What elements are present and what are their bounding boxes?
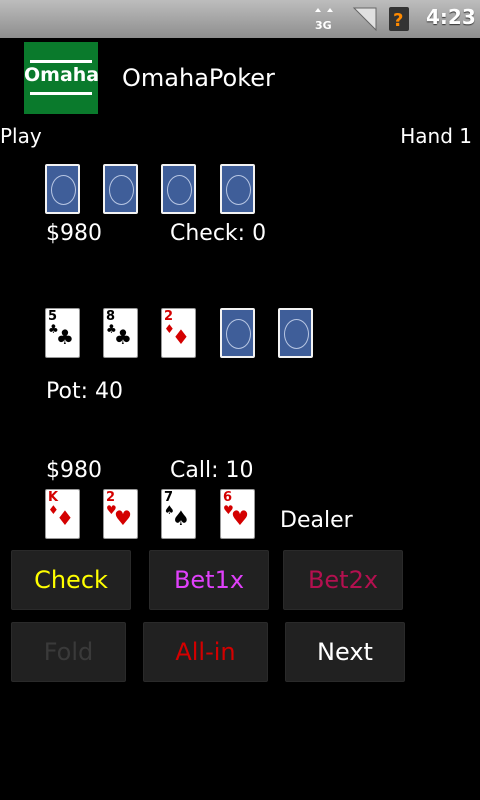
- logo-bar-bottom: [30, 92, 92, 95]
- bet1x-button-label: Bet1x: [173, 566, 245, 594]
- board-card: 8 ♣ ♣: [103, 308, 138, 358]
- hand-label: Hand 1: [400, 124, 472, 148]
- mode-label: Play: [0, 124, 42, 148]
- player-card: 2 ♥ ♥: [103, 489, 138, 539]
- allin-button-label: All-in: [175, 638, 236, 666]
- svg-text:?: ?: [393, 10, 403, 31]
- card-center-suit: ♠: [172, 506, 190, 530]
- card-center-suit: ♥: [231, 506, 249, 530]
- next-button-label: Next: [317, 638, 373, 666]
- board-card-back: [278, 308, 313, 358]
- bet2x-button[interactable]: Bet2x: [283, 550, 403, 610]
- player-card: K ♦ ♦: [45, 489, 80, 539]
- board-card-back: [220, 308, 255, 358]
- player-card: 6 ♥ ♥: [220, 489, 255, 539]
- bet1x-button[interactable]: Bet1x: [149, 550, 269, 610]
- notification-icon: ?: [389, 7, 409, 31]
- fold-button-label: Fold: [43, 638, 94, 666]
- card-center-suit: ♣: [114, 325, 132, 349]
- fold-button[interactable]: Fold: [11, 622, 126, 682]
- player-stack: $980: [46, 458, 102, 483]
- board-card: 2 ♦ ♦: [161, 308, 196, 358]
- player-action: Call: 10: [170, 458, 254, 483]
- opponent-card-back: [161, 164, 196, 214]
- app-logo: Omaha: [24, 42, 100, 114]
- card-center-suit: ♣: [56, 325, 74, 349]
- card-center-suit: ♥: [114, 506, 132, 530]
- next-button[interactable]: Next: [285, 622, 405, 682]
- bet2x-button-label: Bet2x: [307, 566, 379, 594]
- board-card: 5 ♣ ♣: [45, 308, 80, 358]
- opponent-stack: $980: [46, 221, 102, 246]
- opponent-card-back: [220, 164, 255, 214]
- opponent-card-back: [103, 164, 138, 214]
- check-button-label: Check: [34, 566, 108, 594]
- allin-button[interactable]: All-in: [143, 622, 268, 682]
- app-title: OmahaPoker: [122, 64, 275, 92]
- opponent-action: Check: 0: [170, 221, 267, 246]
- network-3g-icon: 3G: [315, 8, 333, 32]
- status-bar: 3G ? 4:23: [0, 0, 480, 38]
- pot-label: Pot: 40: [46, 379, 123, 404]
- dealer-label: Dealer: [280, 508, 353, 533]
- card-center-suit: ♦: [56, 506, 74, 530]
- signal-icon: [352, 7, 377, 32]
- svg-text:3G: 3G: [315, 19, 332, 32]
- player-card: 7 ♠ ♠: [161, 489, 196, 539]
- opponent-card-back: [45, 164, 80, 214]
- check-button[interactable]: Check: [11, 550, 131, 610]
- logo-text: Omaha: [24, 64, 100, 86]
- card-center-suit: ♦: [172, 325, 190, 349]
- logo-bar-top: [30, 60, 92, 63]
- clock: 4:23: [426, 5, 476, 29]
